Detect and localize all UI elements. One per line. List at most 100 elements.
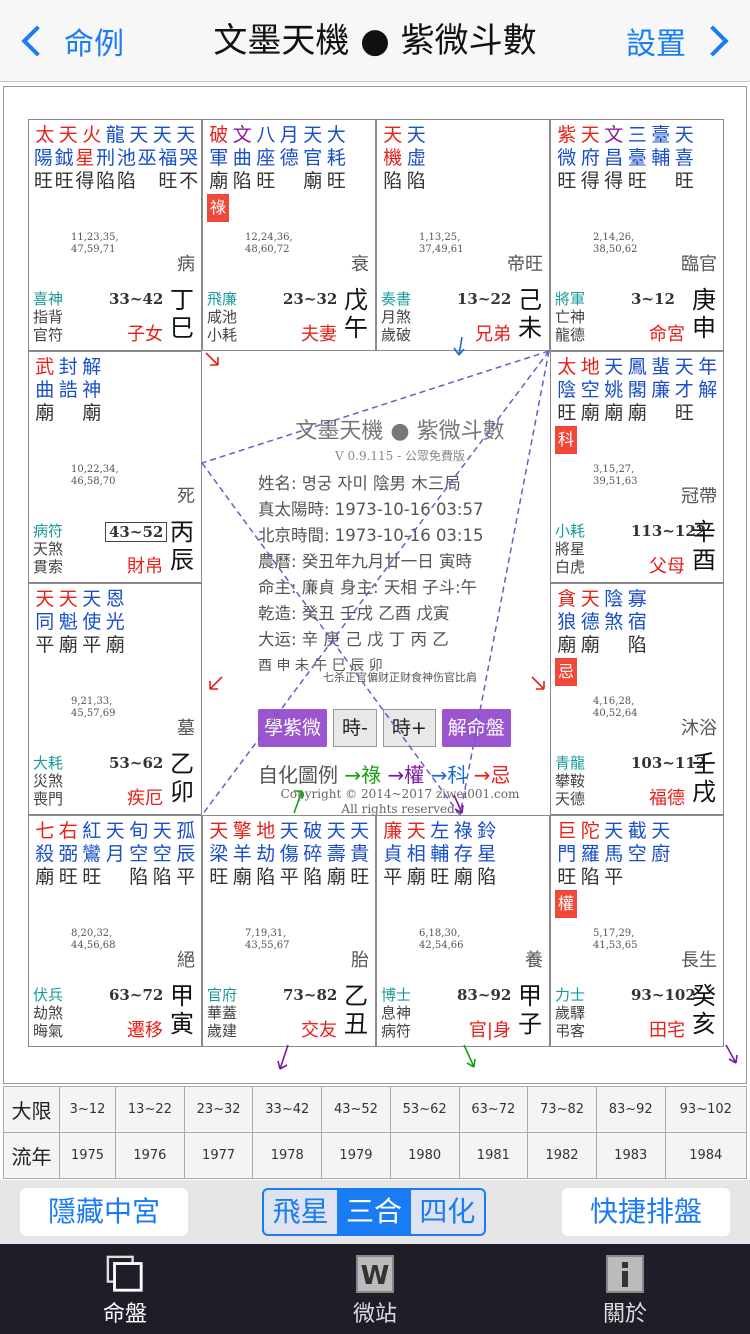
decade-cell[interactable]: 93~102 (664, 1086, 748, 1133)
year-cell[interactable]: 1978 (252, 1132, 323, 1179)
palace-cell[interactable]: 廉天左祿鈴貞相輔存星平廟旺廟陷 6,18,30, 42,54,66 養博士 息神 病符 83… (376, 815, 550, 1047)
star-char: 廟 (35, 866, 55, 888)
stem-char: 丙 (170, 518, 194, 546)
star-char: 機 (383, 147, 403, 169)
settings-button[interactable]: 設置 (626, 18, 732, 64)
decade-cell[interactable]: 83~92 (595, 1086, 666, 1133)
star-row: 旺廟陷平陷廟旺 (207, 866, 373, 889)
palace-name: 疾厄 (127, 788, 163, 809)
star-char: 紫 (557, 124, 577, 146)
year-cell[interactable]: 1983 (595, 1132, 666, 1179)
age-line: 46,58,70 (71, 476, 116, 487)
learn-ziwei-button[interactable]: 學紫微 (258, 709, 328, 747)
age-line: 3,15,27, (593, 464, 635, 475)
decade-cell[interactable]: 13~22 (115, 1086, 185, 1133)
branch-char: 申 (692, 314, 716, 342)
palace-grid: 文墨天機 ● 紫微斗數 V 0.9.115 - 公眾免費版 姓名: 명궁 자미 … (28, 119, 724, 1047)
star-row: 同魁使光 (33, 611, 199, 634)
star-char: 天 (279, 820, 299, 842)
star-char: 天 (604, 356, 624, 378)
palace-name: 遷移 (127, 1020, 163, 1041)
segment-sihua[interactable]: 四化 (411, 1190, 484, 1234)
star-char: 耗 (326, 147, 346, 169)
quick-chart-button[interactable]: 快捷排盤 (562, 1188, 730, 1236)
year-cell[interactable]: 1976 (115, 1132, 185, 1179)
decade-cell[interactable]: 43~52 (321, 1086, 391, 1133)
star-char: 空 (129, 843, 149, 865)
decade-cell[interactable]: 63~72 (458, 1086, 529, 1133)
palace-cell[interactable]: 太地天鳳蜚天年陰空姚閣廉才解旺廟廟廟旺科 3,15,27, 39,51,63 冠帶 小耗… (550, 351, 724, 583)
palace-cell[interactable]: 天天機虛陷陷 1,13,25, 37,49,61 帝旺 奏書 月煞 歲破 13~22 兄弟己未 (376, 119, 550, 351)
branch-char: 子 (518, 1010, 542, 1038)
decade-cell[interactable]: 53~62 (389, 1086, 460, 1133)
star-char: 星 (75, 147, 95, 169)
palace-cell[interactable]: 太天火龍天天天陽鉞星刑池巫福哭旺旺得陷陷旺不 11,23,35, 47,59,71 病… (28, 119, 202, 351)
decade-cell[interactable]: 33~42 (252, 1086, 323, 1133)
year-cell[interactable]: 1980 (389, 1132, 460, 1179)
star-char: 陷 (116, 170, 136, 192)
palace-cell[interactable]: 破文八月天大軍曲座德官耗廟陷旺廟旺祿 12,24,36, 48,60,72 衰飛廉 咸池… (202, 119, 376, 351)
year-cell[interactable]: 1984 (664, 1132, 748, 1179)
palace-cell[interactable]: 巨陀天截天門羅馬空廚旺陷平權 5,17,29, 41,53,65 長生 力士 歲驛 弔客 93… (550, 815, 724, 1047)
palace-cell[interactable]: 天擎地天破天天梁羊劫傷碎壽貴旺廟陷平陷廟旺 7,19,31, 43,55,67 胎官府… (202, 815, 376, 1047)
star-char: 擎 (232, 820, 252, 842)
god-line: 貫索 (33, 558, 64, 576)
decade-cell[interactable]: 3~12 (58, 1086, 117, 1133)
tab-microsite[interactable]: W 微站 (305, 1254, 445, 1328)
decade-range: 63~72 (109, 986, 164, 1004)
info-line: 北京時間: 1973-10-16 03:15 (258, 526, 484, 545)
life-stage: 冠帶 (681, 486, 717, 507)
palace-name: 兄弟 (475, 324, 511, 345)
star-row: 廟陷旺廟旺 (207, 170, 373, 193)
god-list: 奏書 月煞 歲破 (381, 290, 411, 344)
segment-flying-star[interactable]: 飛星 (264, 1190, 337, 1234)
palace-cell[interactable]: 七右紅天旬天孤殺弼鸞月空空辰廟旺旺陷陷平 8,20,32, 44,56,68 絕伏兵劫… (28, 815, 202, 1047)
hour-plus-button[interactable]: 時+ (382, 709, 436, 747)
age-line: 1,13,25, (419, 232, 461, 243)
palace-cell[interactable]: 紫天文三臺天微府昌臺輔喜旺得得旺旺 2,14,26, 38,50,62 臨官 將軍 亡神龍… (550, 119, 724, 351)
star-char: 弼 (58, 843, 78, 865)
star-char: 月 (279, 124, 299, 146)
transform-badge: 忌 (555, 658, 577, 686)
year-cell[interactable]: 1977 (183, 1132, 254, 1179)
tab-about[interactable]: 關於 (555, 1254, 695, 1328)
year-cell[interactable]: 1981 (458, 1132, 529, 1179)
star-char: 陷 (580, 866, 600, 888)
star-char: 天 (651, 820, 671, 842)
star-char: 光 (105, 611, 125, 633)
year-cell[interactable]: 1982 (527, 1132, 597, 1179)
star-char: 廟 (406, 866, 426, 888)
age-list: 9,21,33, 45,57,69 (71, 696, 116, 720)
star-char: 空 (580, 379, 600, 401)
year-cell[interactable]: 1975 (58, 1132, 117, 1179)
star-char: 陷 (96, 170, 116, 192)
star-row: 紫天文三臺天 (555, 124, 721, 147)
star-row: 陽鉞星刑池巫福哭 (33, 147, 199, 170)
star-char: 太 (35, 124, 55, 146)
year-cell[interactable]: 1979 (321, 1132, 391, 1179)
palace-cell[interactable]: 貪天陰寡狼德煞宿廟廟陷忌 4,16,28, 40,52,64 沐浴 青龍 攀鞍 天德 103~… (550, 583, 724, 815)
navigation-bar: 命例 文墨天機 ● 紫微斗數 設置 (0, 0, 750, 82)
star-char: 廟 (209, 170, 229, 192)
hour-minus-button[interactable]: 時- (333, 709, 377, 747)
tab-chart[interactable]: 命盤 (55, 1254, 195, 1328)
segment-sanhe[interactable]: 三合 (337, 1190, 411, 1234)
star-char: 不 (179, 170, 199, 192)
star-list: 天天機虛陷陷 (381, 124, 547, 193)
hide-center-button[interactable]: 隱藏中宮 (20, 1188, 188, 1236)
star-char: 天 (58, 588, 78, 610)
star-char: 得 (580, 170, 600, 192)
star-char: 平 (383, 866, 403, 888)
star-row: 巨陀天截天 (555, 820, 721, 843)
god-line: 攀鞍 (555, 772, 586, 790)
decode-chart-button[interactable]: 解命盤 (441, 709, 511, 747)
star-char: 微 (557, 147, 577, 169)
star-char: 輔 (651, 147, 671, 169)
palace-cell[interactable]: 天天天恩同魁使光平廟平廟 9,21,33, 45,57,69 墓大耗 災煞 喪門 53~62… (28, 583, 202, 815)
decade-cell[interactable]: 73~82 (527, 1086, 597, 1133)
star-row: 貪天陰寡 (555, 588, 721, 611)
decade-cell[interactable]: 23~32 (183, 1086, 254, 1133)
palace-cell[interactable]: 武封解曲誥神廟廟 10,22,34, 46,58,70 死病符 天煞 貫索 43~52 財帛丙… (28, 351, 202, 583)
life-stage: 絕 (177, 950, 195, 971)
star-char: 鳳 (627, 356, 647, 378)
